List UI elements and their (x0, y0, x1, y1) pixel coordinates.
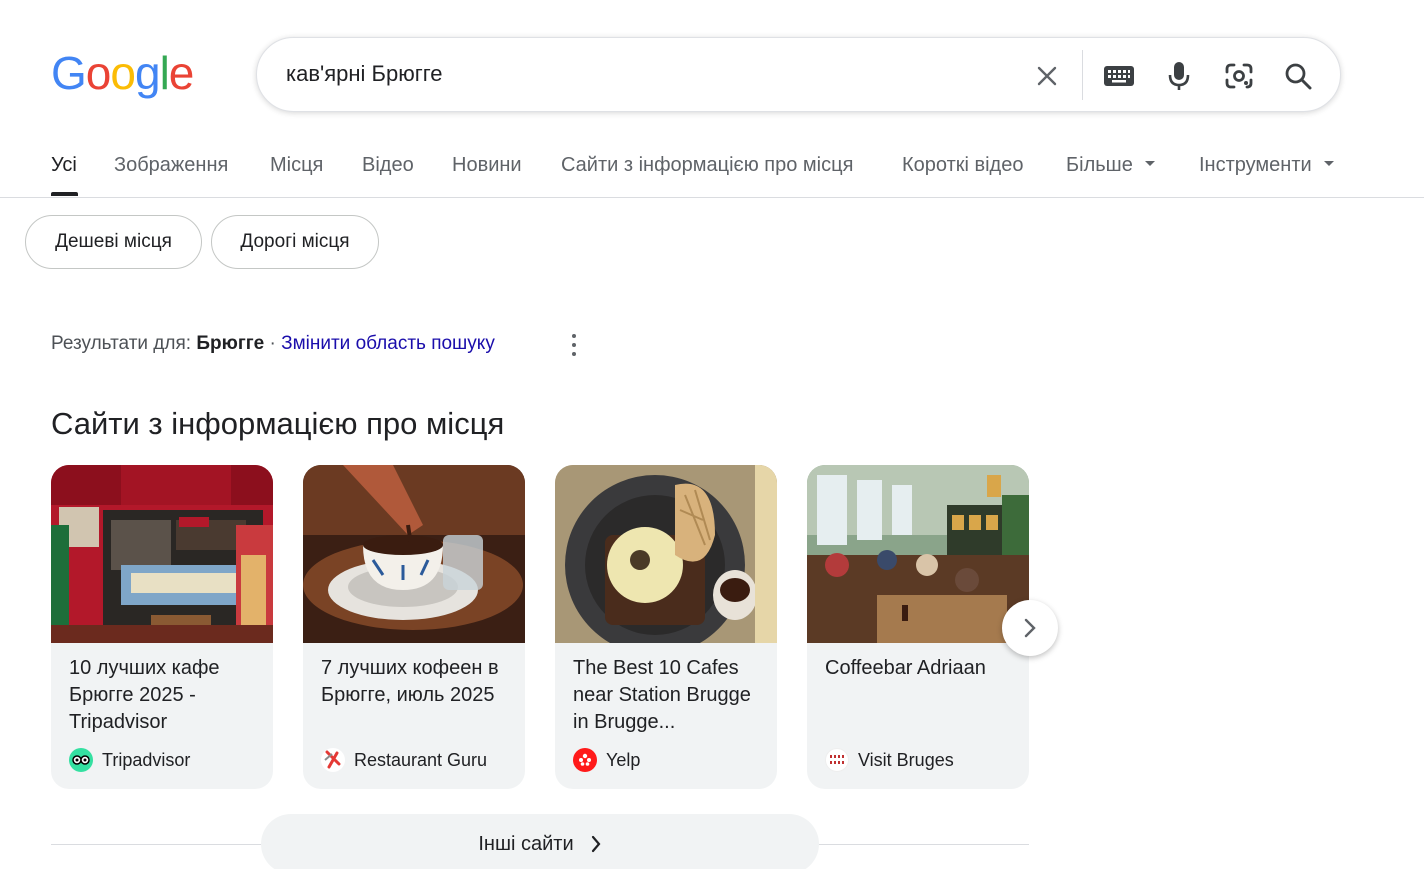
search-input[interactable]: кав'ярні Брюгге (286, 61, 443, 87)
more-sites-button[interactable]: Інші сайти (261, 814, 819, 869)
logo-letter: e (168, 47, 195, 99)
card-title: The Best 10 Cafes near Station Brugge in… (573, 657, 751, 733)
section-title: Сайти з інформацією про місця (51, 406, 505, 441)
close-icon (1037, 66, 1057, 86)
card-source: Tripadvisor (69, 748, 190, 772)
yelp-icon (573, 748, 597, 772)
more-options-icon[interactable] (564, 332, 584, 358)
carousel-next-button[interactable] (1002, 600, 1058, 656)
chip-cheap-places[interactable]: Дешеві місця (25, 215, 202, 269)
change-area-link[interactable]: Змінити область пошуку (281, 333, 495, 354)
tab-tools[interactable]: Інструменти (1199, 154, 1334, 177)
logo-letter: o (85, 47, 112, 99)
active-tab-indicator (51, 192, 78, 196)
tab-more-label: Більше (1066, 154, 1133, 176)
microphone-icon (1168, 62, 1190, 90)
caret-down-icon (1323, 161, 1334, 167)
card-source-name: Visit Bruges (858, 749, 954, 770)
tab-short-videos[interactable]: Короткі відео (902, 154, 1023, 177)
logo-letter: g (134, 47, 161, 99)
logo-letter: l (159, 47, 170, 99)
card-source: Yelp (573, 748, 640, 772)
search-box[interactable]: кав'ярні Брюгге (256, 37, 1341, 112)
restaurant-guru-icon (321, 748, 345, 772)
keyboard-icon (1104, 66, 1134, 86)
card-image-cafe-interior (807, 465, 1029, 643)
keyboard-button[interactable] (1099, 56, 1139, 96)
visit-bruges-icon (825, 748, 849, 772)
tab-videos[interactable]: Відео (362, 154, 414, 177)
card-image-coffee (303, 465, 525, 643)
search-divider (1082, 50, 1083, 100)
tab-news[interactable]: Новини (452, 154, 522, 177)
result-card-yelp[interactable]: The Best 10 Cafes near Station Brugge in… (555, 465, 777, 789)
caret-down-icon (1144, 161, 1155, 167)
card-title: 7 лучших кофеен в Брюгге, июль 2025 (321, 657, 499, 706)
logo-letter: G (51, 47, 87, 99)
tripadvisor-icon (69, 748, 93, 772)
search-tabs: Усі Зображення Місця Відео Новини Сайти … (0, 140, 1424, 198)
more-sites-label: Інші сайти (478, 832, 574, 855)
clear-button[interactable] (1027, 56, 1067, 96)
lens-icon (1225, 63, 1253, 89)
card-image-waffle-bar (51, 465, 273, 643)
tab-all[interactable]: Усі (51, 154, 77, 177)
chevron-right-icon (591, 835, 601, 853)
google-logo[interactable]: Google (51, 47, 195, 99)
search-button[interactable] (1278, 56, 1318, 96)
chevron-right-icon (1024, 618, 1036, 638)
results-prefix: Результати для: (51, 333, 192, 354)
results-separator: · (269, 333, 276, 354)
result-card-restaurant-guru[interactable]: 7 лучших кофеен в Брюгге, июль 2025 Rest… (303, 465, 525, 789)
result-card-tripadvisor[interactable]: 10 лучших кафе Брюгге 2025 - Tripadvisor… (51, 465, 273, 789)
card-source-name: Yelp (606, 749, 641, 770)
card-title: 10 лучших кафе Брюгге 2025 - Tripadvisor (69, 657, 220, 733)
chip-expensive-places[interactable]: Дорогі місця (211, 215, 379, 269)
card-source-name: Restaurant Guru (354, 749, 488, 770)
card-source: Restaurant Guru (321, 748, 487, 772)
search-icon (1285, 63, 1312, 90)
tab-place-sites[interactable]: Сайти з інформацією про місця (561, 154, 853, 177)
tab-images[interactable]: Зображення (114, 154, 228, 177)
tab-tools-label: Інструменти (1199, 154, 1312, 176)
tab-more[interactable]: Більше (1066, 154, 1155, 177)
results-location-line: Результати для: Брюгге · Змінити область… (51, 333, 495, 355)
logo-letter: o (110, 47, 136, 99)
result-card-visit-bruges[interactable]: Coffeebar Adriaan Visit Bruges (807, 465, 1029, 789)
card-source: Visit Bruges (825, 748, 954, 772)
tab-places[interactable]: Місця (270, 154, 323, 177)
lens-button[interactable] (1219, 56, 1259, 96)
voice-search-button[interactable] (1159, 56, 1199, 96)
results-location: Брюгге (196, 333, 265, 354)
card-image-waffle-dessert (555, 465, 777, 643)
card-source-name: Tripadvisor (102, 749, 191, 770)
card-title: Coffeebar Adriaan (825, 657, 986, 679)
